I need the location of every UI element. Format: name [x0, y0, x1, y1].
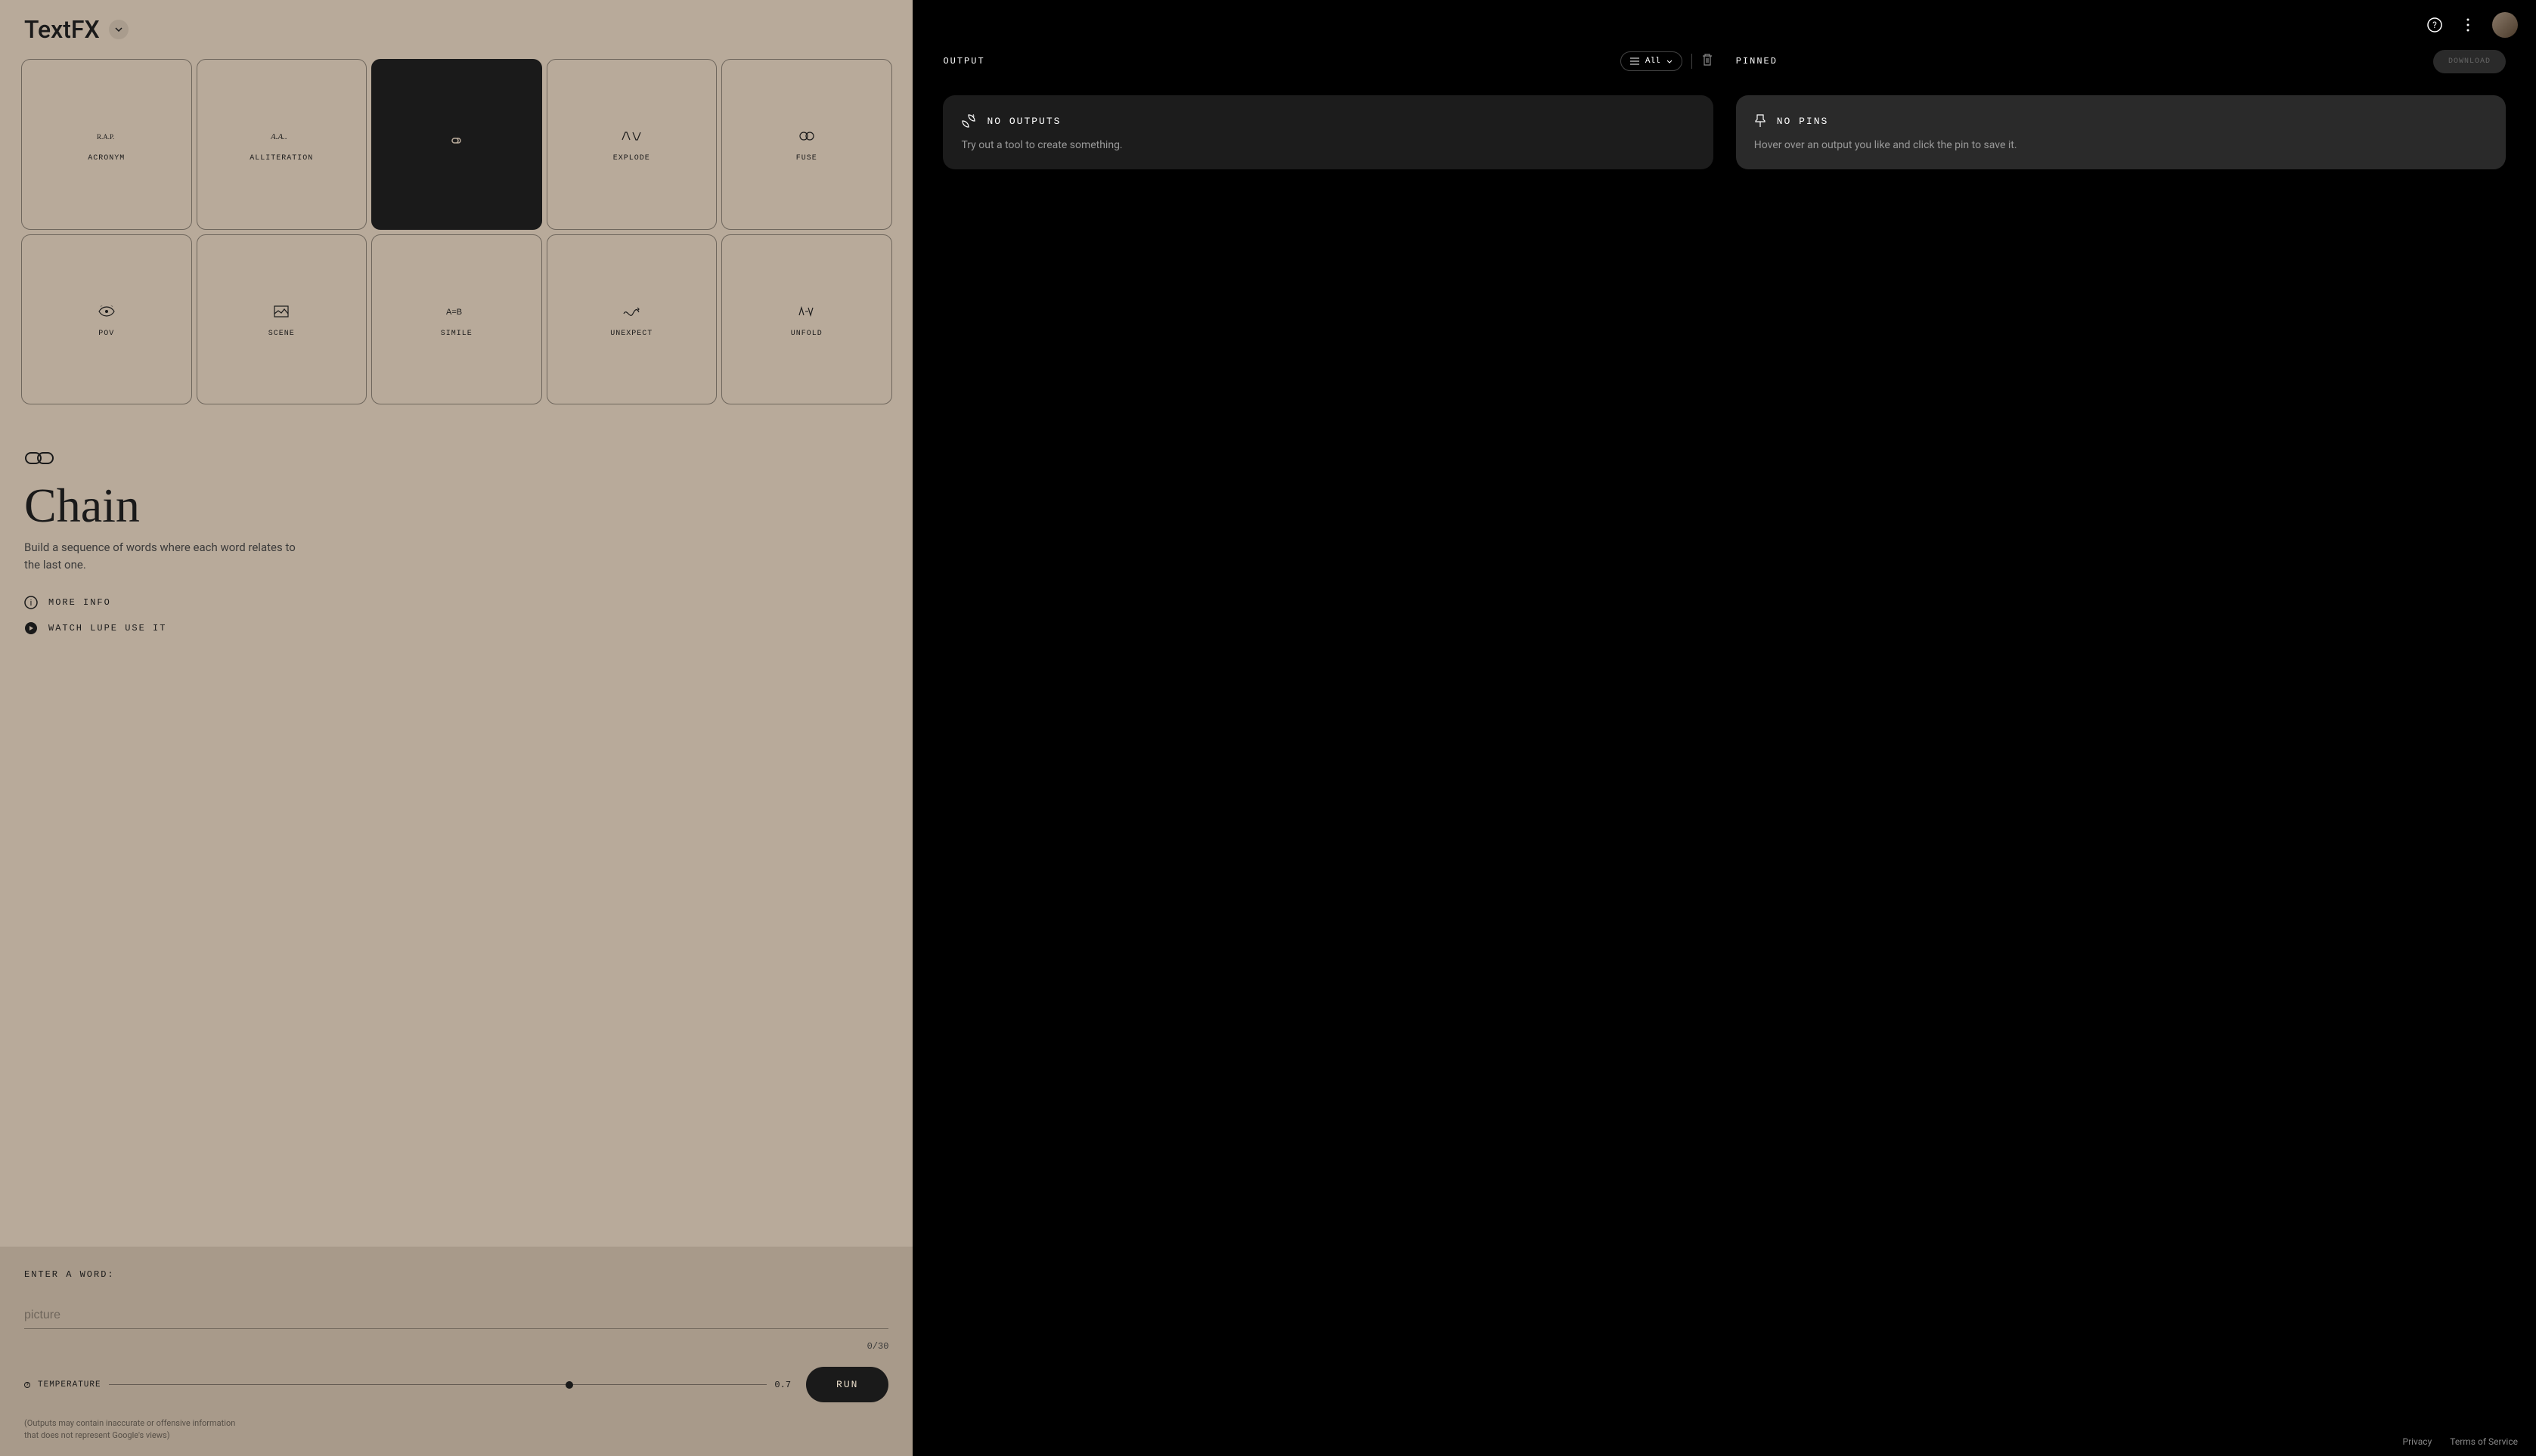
- char-counter: 0/30: [24, 1341, 888, 1352]
- chain-icon-large: [24, 450, 54, 466]
- output-panel: OUTPUT All + NO OUTPUTS Try out a tool t: [943, 50, 1713, 1397]
- terms-link[interactable]: Terms of Service: [2450, 1436, 2518, 1447]
- help-icon[interactable]: ?: [24, 1382, 30, 1388]
- tool-simile[interactable]: A=B SIMILE: [371, 234, 542, 405]
- pin-icon: [1754, 113, 1766, 129]
- scene-icon: [271, 301, 292, 322]
- explode-icon: [621, 125, 642, 147]
- svg-text:A=B: A=B: [446, 308, 462, 316]
- topbar: ?: [913, 0, 2536, 50]
- sparkle-icon: +: [961, 113, 976, 129]
- tool-chain[interactable]: [371, 59, 542, 230]
- output-empty-card: + NO OUTPUTS Try out a tool to create so…: [943, 95, 1713, 169]
- controls-row: ? TEMPERATURE 0.7 RUN: [24, 1367, 888, 1402]
- svg-text:R.A.P.: R.A.P.: [97, 133, 114, 141]
- pinned-title: PINNED: [1736, 56, 1778, 67]
- svg-text:i: i: [30, 598, 33, 608]
- input-section: ENTER A WORD: 0/30 ? TEMPERATURE 0.7 RUN…: [0, 1247, 913, 1456]
- temperature-slider[interactable]: [109, 1384, 767, 1385]
- tool-detail: Chain Build a sequence of words where ea…: [0, 404, 913, 1247]
- main-panel: ? OUTPUT All + NO OU: [913, 0, 2536, 1456]
- watch-button[interactable]: WATCH LUPE USE IT: [24, 621, 888, 635]
- word-input[interactable]: [24, 1303, 888, 1329]
- simile-icon: A=B: [446, 301, 467, 322]
- chevron-down-icon: [1666, 60, 1673, 64]
- tool-scene[interactable]: SCENE: [197, 234, 367, 405]
- pinned-header: PINNED DOWNLOAD: [1736, 50, 2506, 73]
- chevron-down-icon: [115, 27, 122, 32]
- svg-text:+: +: [972, 113, 975, 119]
- unfold-icon: [796, 301, 817, 322]
- tool-unexpect[interactable]: UNEXPECT: [547, 234, 718, 405]
- run-button[interactable]: RUN: [806, 1367, 888, 1402]
- output-header: OUTPUT All: [943, 50, 1713, 73]
- empty-title-row: NO PINS: [1754, 113, 2488, 129]
- list-icon: [1630, 57, 1639, 65]
- tool-pov[interactable]: POV: [21, 234, 192, 405]
- tool-title: Chain: [24, 482, 888, 530]
- temperature-value: 0.7: [774, 1380, 791, 1390]
- temperature-control: ? TEMPERATURE 0.7: [24, 1380, 791, 1390]
- output-header-actions: All: [1620, 51, 1713, 71]
- tools-grid: R.A.P. ACRONYM A.A.. ALLITERATION EXPLOD…: [0, 59, 913, 404]
- tool-alliteration[interactable]: A.A.. ALLITERATION: [197, 59, 367, 230]
- privacy-link[interactable]: Privacy: [2403, 1436, 2432, 1447]
- slider-thumb[interactable]: [566, 1381, 573, 1389]
- download-button[interactable]: DOWNLOAD: [2433, 50, 2506, 73]
- app-logo: TextFX: [24, 15, 100, 44]
- sidebar: TextFX R.A.P. ACRONYM A.A.. ALLITERATION…: [0, 0, 913, 1456]
- footer: Privacy Terms of Service: [913, 1427, 2536, 1456]
- tool-fuse[interactable]: FUSE: [721, 59, 892, 230]
- pinned-panel: PINNED DOWNLOAD NO PINS Hover over an ou…: [1736, 50, 2506, 1397]
- tool-description: Build a sequence of words where each wor…: [24, 539, 296, 573]
- tool-acronym[interactable]: R.A.P. ACRONYM: [21, 59, 192, 230]
- panels: OUTPUT All + NO OUTPUTS Try out a tool t: [913, 50, 2536, 1427]
- alliteration-icon: A.A..: [271, 125, 292, 147]
- user-avatar[interactable]: [2492, 12, 2518, 38]
- filter-dropdown[interactable]: All: [1620, 51, 1682, 71]
- more-info-button[interactable]: i MORE INFO: [24, 596, 888, 609]
- svg-text:?: ?: [2432, 20, 2437, 30]
- acronym-icon: R.A.P.: [96, 125, 117, 147]
- tool-explode[interactable]: EXPLODE: [547, 59, 718, 230]
- pinned-empty-card: NO PINS Hover over an output you like an…: [1736, 95, 2506, 169]
- divider: [1691, 54, 1692, 69]
- pinned-empty-desc: Hover over an output you like and click …: [1754, 139, 2488, 151]
- delete-button[interactable]: [1701, 53, 1713, 70]
- app-dropdown[interactable]: [109, 20, 129, 39]
- tool-unfold[interactable]: UNFOLD: [721, 234, 892, 405]
- disclaimer: (Outputs may contain inaccurate or offen…: [24, 1417, 236, 1441]
- pov-icon: [96, 301, 117, 322]
- chain-icon: [446, 130, 467, 151]
- play-icon: [24, 621, 38, 635]
- help-button[interactable]: ?: [2426, 16, 2444, 34]
- unexpect-icon: [621, 301, 642, 322]
- menu-button[interactable]: [2459, 16, 2477, 34]
- output-empty-desc: Try out a tool to create something.: [961, 139, 1694, 151]
- output-title: OUTPUT: [943, 56, 984, 67]
- header: TextFX: [0, 0, 913, 59]
- empty-title-row: + NO OUTPUTS: [961, 113, 1694, 129]
- svg-text:A.A..: A.A..: [271, 132, 287, 141]
- fuse-icon: [796, 125, 817, 147]
- info-icon: i: [24, 596, 38, 609]
- input-label: ENTER A WORD:: [24, 1269, 888, 1280]
